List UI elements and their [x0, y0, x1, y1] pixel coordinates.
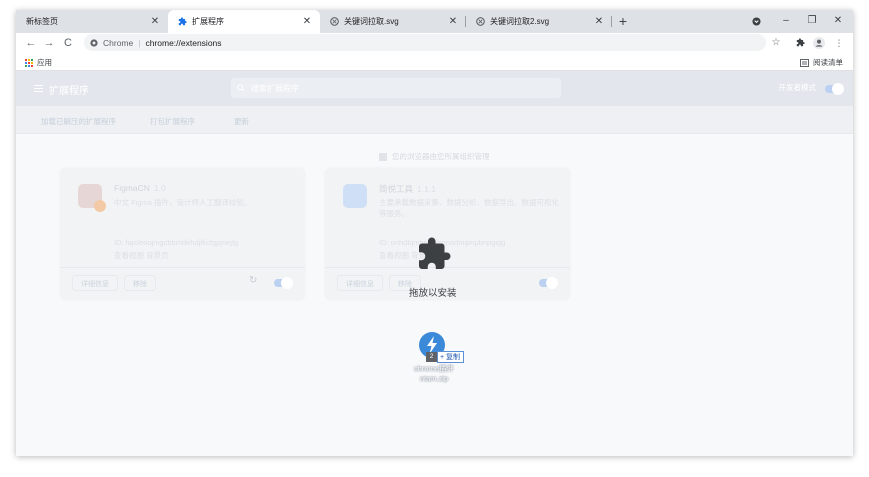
back-button[interactable]: ←: [22, 34, 40, 52]
copy-drag-tooltip: 2 + 复制: [426, 351, 465, 363]
close-icon[interactable]: ✕: [148, 16, 162, 27]
tab-extensions[interactable]: 扩展程序 ✕: [168, 10, 320, 33]
pack-extension-button[interactable]: 打包扩展程序: [150, 116, 195, 127]
extension-card: FigmaCN 1.0 中文 Figma 插件，设计师人工翻译校验。 ID: fa…: [60, 168, 305, 300]
extension-enable-toggle[interactable]: [539, 277, 558, 289]
menu-icon[interactable]: ⋮: [831, 35, 847, 51]
puzzle-icon: [178, 17, 187, 26]
dragged-file-name: chrome插件 ntam.zip: [413, 364, 454, 383]
tab-separator: [611, 16, 612, 27]
extension-name: 简悦工具 1.1.1: [379, 184, 436, 194]
browser-window: 新标签页 ✕ 扩展程序 ✕ 关键词拉取.svg ✕ 关键词拉取2.svg ✕ +: [16, 10, 853, 456]
reading-list-button[interactable]: 阅读清单: [800, 57, 843, 68]
extension-id: ID: fajcleoojmgcbbmdehdjfkcfgpjnejfg: [114, 238, 239, 247]
close-icon[interactable]: ✕: [446, 16, 460, 27]
extension-description: 主要承载数据采集、数据分析、数据导出、数据可视化等服务。: [379, 198, 559, 218]
tab-title: 关键词拉取.svg: [344, 17, 399, 26]
bookmarks-bar: 应用 阅读清单: [16, 53, 853, 71]
inspect-views-link[interactable]: 查看视图 背景页: [114, 250, 169, 261]
details-button[interactable]: 详细信息: [72, 275, 118, 291]
drop-puzzle-icon: [416, 236, 452, 272]
tab-title: 新标签页: [26, 17, 58, 26]
close-icon[interactable]: ✕: [592, 16, 606, 27]
load-unpacked-button[interactable]: 加载已解压的扩展程序: [41, 116, 116, 127]
remove-button[interactable]: 移除: [124, 275, 156, 291]
profile-menu-icon[interactable]: [743, 10, 769, 33]
apps-grid-icon: [25, 58, 33, 67]
developer-toolbar: 加载已解压的扩展程序 打包扩展程序 更新: [16, 106, 853, 134]
maximize-button[interactable]: ❐: [799, 10, 825, 33]
tab-title: 扩展程序: [192, 17, 224, 26]
figmacn-logo-icon: [78, 184, 106, 212]
drop-to-install-label: 拖放以安装: [409, 288, 457, 299]
extension-description: 中文 Figma 插件，设计师人工翻译校验。: [114, 198, 252, 207]
chrome-logo-icon: [90, 38, 98, 47]
search-icon: [237, 84, 245, 92]
forward-button[interactable]: →: [40, 34, 58, 52]
reading-list-label: 阅读清单: [813, 58, 843, 67]
reload-button[interactable]: C: [59, 34, 77, 52]
card-divider: [60, 267, 305, 268]
extensions-search-input[interactable]: 搜索扩展程序: [231, 78, 561, 98]
toolbar: ← → C Chrome | chrome://extensions ☆ ⋮: [16, 33, 853, 53]
close-window-button[interactable]: ✕: [825, 10, 851, 33]
managed-notice: 您的浏览器由您所属组织管理: [379, 151, 490, 162]
star-icon[interactable]: ☆: [768, 35, 784, 51]
update-button[interactable]: 更新: [234, 116, 249, 127]
search-placeholder: 搜索扩展程序: [251, 83, 299, 93]
tab-title: 关键词拉取2.svg: [490, 17, 550, 26]
tab-svg-2[interactable]: 关键词拉取2.svg ✕: [466, 10, 612, 33]
globe-icon: [330, 17, 339, 26]
developer-mode-toggle[interactable]: [825, 83, 844, 95]
hamburger-menu-icon[interactable]: [34, 85, 43, 94]
tab-svg-1[interactable]: 关键词拉取.svg ✕: [320, 10, 466, 33]
address-bar[interactable]: Chrome | chrome://extensions: [84, 34, 766, 51]
bookmark-apps[interactable]: 应用: [25, 57, 52, 68]
extension-card: 简悦工具 1.1.1 主要承载数据采集、数据分析、数据导出、数据可视化等服务。 I…: [325, 168, 570, 300]
omnibox-host: Chrome: [103, 37, 134, 48]
globe-icon: [476, 17, 485, 26]
omnibox-url: chrome://extensions: [145, 37, 222, 48]
bookmark-apps-label: 应用: [37, 58, 52, 67]
close-icon[interactable]: ✕: [300, 16, 314, 27]
new-tab-button[interactable]: +: [614, 12, 632, 30]
profile-avatar-icon[interactable]: [811, 35, 827, 51]
tab-new-tab[interactable]: 新标签页 ✕: [16, 10, 168, 33]
extensions-puzzle-icon[interactable]: [792, 35, 808, 51]
minimize-button[interactable]: –: [773, 10, 799, 33]
extension-name: FigmaCN 1.0: [114, 183, 166, 193]
extensions-header: 扩展程序 搜索扩展程序 开发者模式: [16, 71, 853, 106]
drag-count-badge: 2: [426, 352, 437, 362]
copy-label: + 复制: [440, 354, 461, 361]
tab-strip: 新标签页 ✕ 扩展程序 ✕ 关键词拉取.svg ✕ 关键词拉取2.svg ✕ +: [16, 10, 853, 33]
jianyue-logo-icon: [343, 184, 367, 208]
reading-list-icon: [800, 58, 809, 67]
managed-notice-text: 您的浏览器由您所属组织管理: [392, 152, 490, 161]
reload-extension-icon[interactable]: ↻: [249, 275, 257, 286]
building-icon: [379, 152, 387, 161]
omnibox-separator: |: [138, 37, 141, 48]
page-title: 扩展程序: [49, 86, 89, 97]
details-button[interactable]: 详细信息: [337, 275, 383, 291]
extension-enable-toggle[interactable]: [274, 277, 293, 289]
developer-mode-label: 开发者模式: [778, 83, 817, 92]
